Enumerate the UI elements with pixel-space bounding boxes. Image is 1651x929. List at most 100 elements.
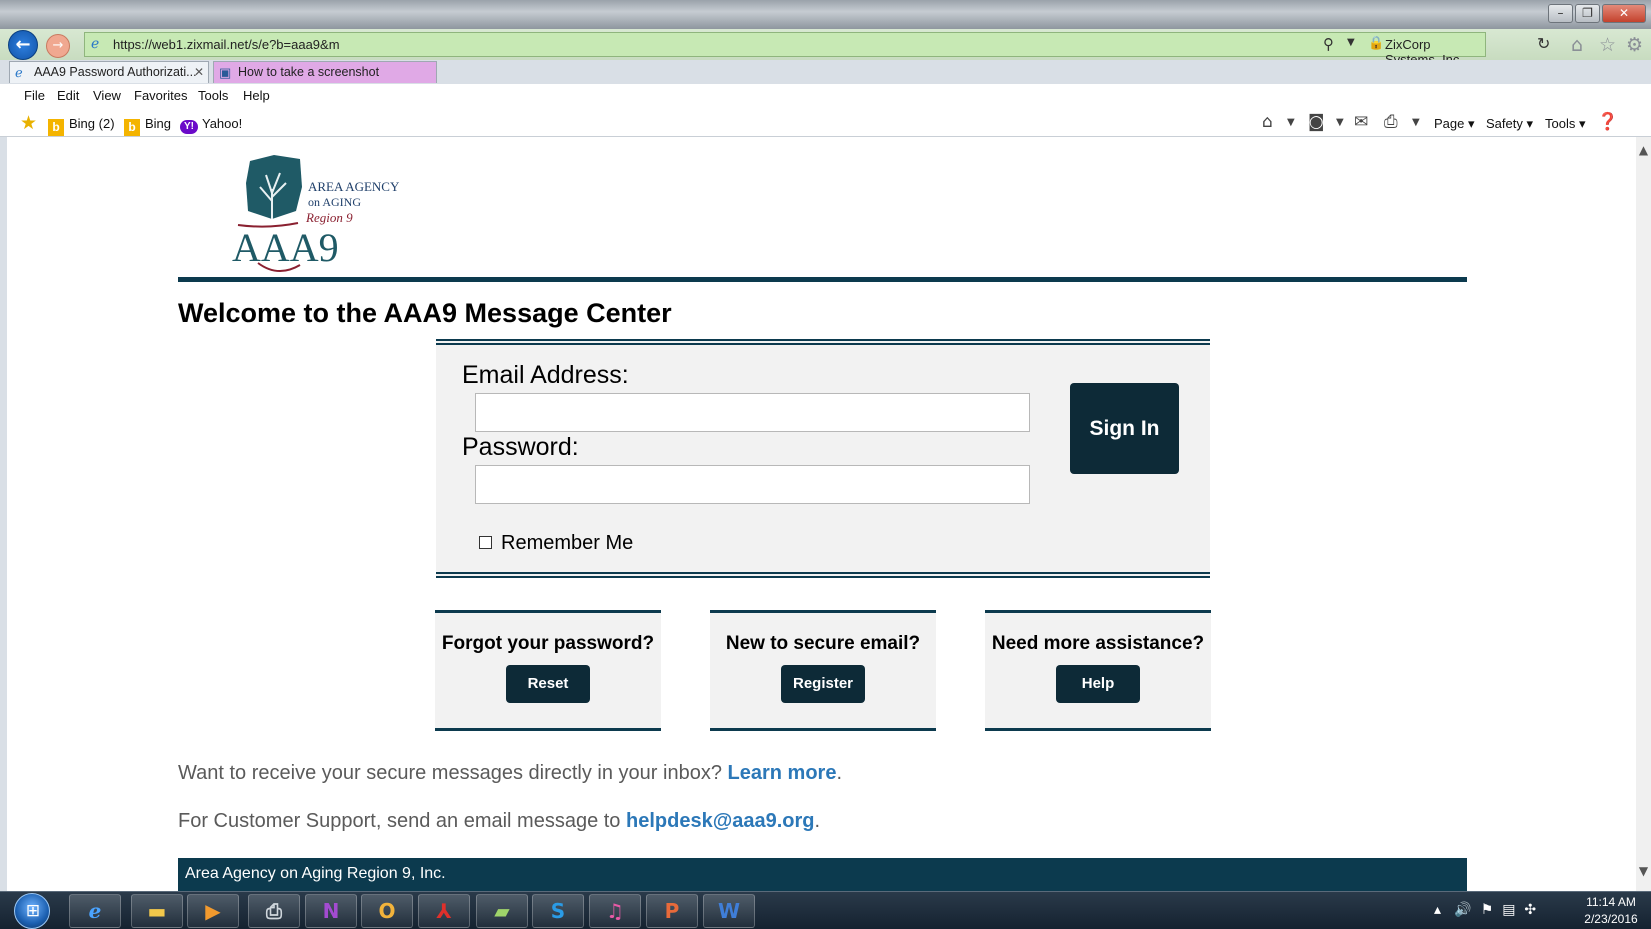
- flag-icon[interactable]: ⚑: [1481, 902, 1494, 918]
- rss-feed-icon[interactable]: ◙: [1308, 112, 1325, 132]
- register-panel: New to secure email? Register: [710, 610, 936, 731]
- scroll-up-icon[interactable]: ▲: [1636, 143, 1651, 157]
- minimize-button[interactable]: –: [1548, 4, 1573, 23]
- yahoo-icon: Y!: [180, 120, 198, 134]
- help-icon[interactable]: ❓: [1597, 112, 1618, 132]
- file-explorer-icon[interactable]: ▬: [131, 894, 183, 928]
- register-button[interactable]: Register: [781, 665, 865, 703]
- support-info-text: For Customer Support, send an email mess…: [178, 810, 821, 832]
- menu-view[interactable]: View: [93, 88, 121, 103]
- address-bar[interactable]: ℯ https://web1.zixmail.net/s/e?b=aaa9&m …: [84, 32, 1550, 82]
- remember-me-row[interactable]: Remember Me: [479, 532, 633, 555]
- email-label: Email Address:: [462, 361, 629, 389]
- refresh-icon[interactable]: ↻: [1537, 34, 1550, 53]
- print-icon[interactable]: ⎙: [1384, 112, 1398, 132]
- favorites-star-icon[interactable]: ☆: [1599, 34, 1616, 56]
- menu-file[interactable]: File: [24, 88, 45, 103]
- bing-icon: b: [124, 119, 140, 136]
- clock-time[interactable]: 11:14 AM: [1576, 895, 1646, 909]
- favorites-add-icon[interactable]: ★: [20, 112, 37, 134]
- menu-favorites[interactable]: Favorites: [134, 88, 187, 103]
- powerpoint-icon[interactable]: P: [646, 894, 698, 928]
- lock-icon[interactable]: 🔒: [1368, 36, 1384, 51]
- forgot-password-question: Forgot your password?: [441, 633, 655, 654]
- menu-tools[interactable]: Tools: [198, 88, 228, 103]
- acrobat-icon[interactable]: ⅄: [418, 894, 470, 928]
- logo-line-2: on AGING: [308, 195, 361, 209]
- remember-me-checkbox[interactable]: [479, 536, 492, 549]
- window-title-bar: – ❐ ✕: [0, 0, 1651, 29]
- logo-line-1: AREA AGENCY: [308, 179, 400, 194]
- logo-mark: AAA9: [232, 225, 339, 270]
- ie-page-icon: ℯ: [91, 36, 100, 52]
- word-icon[interactable]: W: [703, 894, 755, 928]
- back-button[interactable]: ←: [8, 30, 38, 60]
- page-footer: Area Agency on Aging Region 9, Inc.: [178, 858, 1467, 891]
- chevron-down-icon[interactable]: ▼: [1287, 117, 1295, 128]
- ie-page-icon: ℯ: [15, 65, 23, 80]
- favorite-bing[interactable]: b Bing: [124, 116, 171, 136]
- aaa9-logo: AREA AGENCY on AGING Region 9 AAA9: [232, 155, 400, 272]
- safety-menu[interactable]: Safety ▾: [1486, 116, 1533, 132]
- close-window-button[interactable]: ✕: [1602, 4, 1646, 23]
- itunes-icon[interactable]: ♫: [589, 894, 641, 928]
- menu-bar: File Edit View Favorites Tools Help: [0, 84, 1651, 109]
- monitor-icon: ▣: [219, 65, 232, 80]
- skype-icon[interactable]: S: [532, 894, 584, 928]
- new-user-question: New to secure email?: [725, 633, 921, 654]
- start-button[interactable]: ⊞: [14, 893, 50, 929]
- dropbox-icon[interactable]: ✣: [1524, 902, 1536, 918]
- favorite-bing-2[interactable]: b Bing (2): [48, 116, 115, 136]
- volume-icon[interactable]: 🔊: [1454, 902, 1471, 918]
- media-player-icon[interactable]: ▶: [187, 894, 239, 928]
- remember-me-label: Remember Me: [501, 532, 634, 554]
- menu-edit[interactable]: Edit: [57, 88, 79, 103]
- assistance-question: Need more assistance?: [991, 633, 1205, 654]
- gear-icon[interactable]: ⚙: [1626, 34, 1643, 56]
- printer-icon[interactable]: ⎙: [248, 894, 300, 928]
- system-tray[interactable]: ▴ 🔊 ⚑ ▤ ✣: [1434, 902, 1536, 918]
- clock-date[interactable]: 2/23/2016: [1576, 912, 1646, 926]
- tab-aaa9-password[interactable]: ℯ AAA9 Password Authorizati... ✕: [9, 61, 209, 83]
- search-icon[interactable]: ⚲: [1323, 35, 1334, 53]
- network-icon[interactable]: ▤: [1502, 902, 1515, 918]
- window-frame-left: [0, 137, 7, 891]
- outlook-icon[interactable]: O: [361, 894, 413, 928]
- url-text[interactable]: https://web1.zixmail.net/s/e?b=aaa9&m: [113, 37, 340, 52]
- learn-more-link[interactable]: Learn more: [728, 762, 837, 784]
- vertical-scrollbar[interactable]: ▲ ▼: [1636, 137, 1651, 891]
- folder-sync-icon[interactable]: ▰: [476, 894, 528, 928]
- windows-taskbar: ⊞ ℯ ▬ ▶ ⎙ N O ⅄ ▰ S ♫ P W ▴ 🔊 ⚑ ▤ ✣ 11:1…: [0, 891, 1651, 929]
- bing-icon: b: [48, 119, 64, 136]
- close-tab-icon[interactable]: ✕: [194, 62, 204, 83]
- logo-line-3: Region 9: [305, 210, 353, 225]
- page-menu[interactable]: Page ▾: [1434, 116, 1475, 132]
- sign-in-button[interactable]: Sign In: [1070, 383, 1179, 474]
- inbox-info-text: Want to receive your secure messages dir…: [178, 762, 843, 784]
- reset-button[interactable]: Reset: [506, 665, 590, 703]
- tab-how-to-screenshot[interactable]: ▣ How to take a screenshot: [213, 61, 437, 83]
- home-icon[interactable]: ⌂: [1571, 34, 1583, 56]
- home-icon[interactable]: ⌂: [1262, 112, 1273, 132]
- menu-help[interactable]: Help: [243, 88, 270, 103]
- helpdesk-email-link[interactable]: helpdesk@aaa9.org: [626, 810, 814, 832]
- forward-button[interactable]: →: [46, 34, 70, 58]
- password-field[interactable]: [475, 465, 1030, 504]
- chevron-down-icon[interactable]: ▼: [1347, 37, 1355, 48]
- help-button[interactable]: Help: [1056, 665, 1140, 703]
- login-panel: Email Address: Password: Sign In Remembe…: [436, 339, 1210, 578]
- chevron-down-icon[interactable]: ▼: [1336, 117, 1344, 128]
- chevron-down-icon[interactable]: ▼: [1412, 117, 1420, 128]
- scroll-down-icon[interactable]: ▼: [1636, 864, 1651, 878]
- onenote-icon[interactable]: N: [305, 894, 357, 928]
- restore-button[interactable]: ❐: [1575, 4, 1600, 23]
- show-hidden-icons-icon[interactable]: ▴: [1434, 902, 1441, 918]
- tab-strip: ℯ AAA9 Password Authorizati... ✕ ▣ How t…: [0, 60, 1651, 84]
- favorites-bar: ★ b Bing (2) b Bing Y! Yahoo! ⌂ ▼ ◙ ▼ ✉ ⎙ ▼…: [0, 109, 1651, 137]
- mail-icon[interactable]: ✉: [1354, 112, 1368, 132]
- email-field[interactable]: [475, 393, 1030, 432]
- internet-explorer-icon[interactable]: ℯ: [69, 894, 121, 928]
- tools-menu[interactable]: Tools ▾: [1545, 116, 1586, 132]
- windows-logo-icon: ⊞: [25, 901, 41, 921]
- favorite-yahoo[interactable]: Y! Yahoo!: [180, 116, 242, 134]
